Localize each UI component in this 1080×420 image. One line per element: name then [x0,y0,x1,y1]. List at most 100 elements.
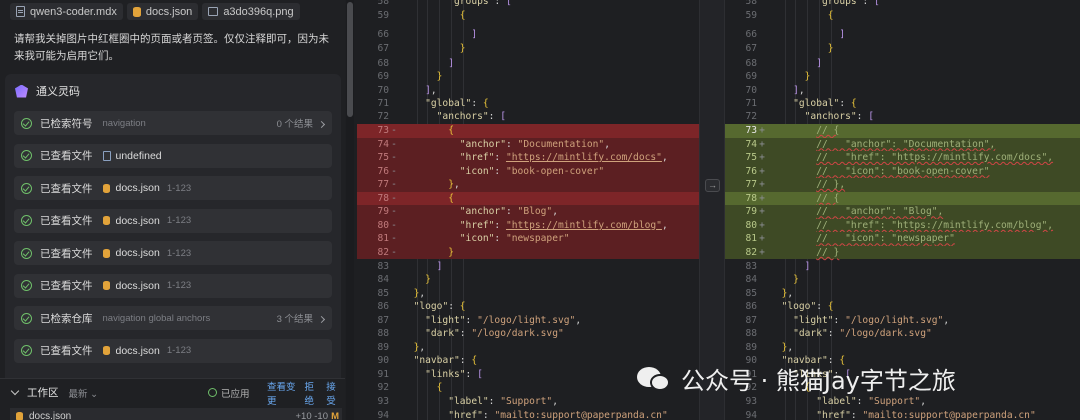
diff-marker: + [759,233,765,245]
context-chip[interactable]: a3do396q.png [202,3,300,20]
code-text: "links": [ [425,368,483,380]
code-line[interactable]: 72 "anchors": [ [725,110,1080,124]
code-text: }, [448,179,460,191]
code-line[interactable]: 73- { [357,124,699,138]
code-line[interactable]: 74 + // "anchor": "Documentation", [725,137,1080,152]
code-line[interactable]: 75 + // "href": "https://mintlify.com/doc… [725,151,1080,165]
code-line[interactable]: 73 + // { [725,124,1080,138]
tool-step[interactable]: 已查看文件 docs.json 1-123 [14,176,332,200]
code-line[interactable]: 69 } [357,70,699,84]
view-changes-button[interactable]: 查看变更 [267,379,299,407]
code-line[interactable]: 78- { [357,191,699,206]
code-line[interactable]: 83 ] [725,260,1080,274]
code-line[interactable]: 79- "anchor": "Blog", [357,205,699,219]
code-line[interactable]: 93 "label": "Support", [357,395,699,409]
code-line[interactable]: 82 + // } [725,245,1080,260]
code-line[interactable]: 74- "anchor": "Documentation", [357,137,699,152]
code-line[interactable]: 75- "href": "https://mintlify.com/docs", [357,151,699,165]
code-line[interactable]: 66 ] [357,28,699,42]
code-line[interactable]: 89 }, [725,341,1080,355]
code-line[interactable]: 80 + // "href": "https://mintlify.com/blo… [725,218,1080,233]
code-line[interactable]: 59 { [357,9,699,23]
code-line[interactable]: 68 ] [725,57,1080,71]
code-line[interactable]: 86 "logo": { [357,300,699,314]
line-number: 69 [377,71,389,82]
code-line[interactable]: 85 }, [357,287,699,301]
line-number: 70 [377,85,389,96]
line-number: 69 [745,71,757,82]
code-line[interactable]: 67 } [357,42,699,56]
code-line[interactable]: 85 }, [725,287,1080,301]
code-line[interactable]: 70 ], [357,84,699,98]
code-line[interactable]: 67 } [725,42,1080,56]
code-text: ] [471,29,478,40]
code-line[interactable]: 58 "groups": [ [357,0,699,9]
code-line[interactable]: 88 "dark": "/logo/dark.svg" [357,327,699,341]
tool-step[interactable]: 已检索仓库 navigation global anchors 3 个结果 [14,306,332,330]
tool-step[interactable]: 已查看文件 docs.json 1-123 [14,273,332,298]
accept-button[interactable]: 接受 [326,379,342,407]
code-line[interactable]: 89 }, [357,341,699,355]
code-line[interactable]: 79 + // "anchor": "Blog", [725,205,1080,219]
scrollbar-thumb[interactable] [347,2,353,117]
code-line[interactable]: 66 ] [725,28,1080,42]
code-line[interactable]: 71 "global": { [725,97,1080,111]
code-line[interactable]: 81- "icon": "newspaper" [357,232,699,246]
diff-marker: + [759,246,765,258]
code-line[interactable]: 82- } [357,245,699,260]
tool-step[interactable]: 已查看文件 docs.json 1-123 [14,208,332,233]
step-action: 已查看文件 [40,280,93,292]
code-line[interactable]: 71 "global": { [357,97,699,111]
line-number: 78 [745,192,757,204]
code-line[interactable]: 93 "label": "Support", [725,395,1080,409]
tool-step[interactable]: 已检索符号 navigation 0 个结果 [14,111,332,135]
code-line[interactable]: 88 "dark": "/logo/dark.svg" [725,327,1080,341]
code-line[interactable]: 87 "light": "/logo/light.svg", [725,314,1080,328]
code-line[interactable]: 70 ], [725,84,1080,98]
line-number: 88 [377,328,389,340]
code-line[interactable]: 83 ] [357,260,699,274]
code-text: "icon": "newspaper" [459,233,570,245]
code-line[interactable]: 86 "logo": { [725,300,1080,314]
line-number: 79 [377,206,389,218]
tool-step[interactable]: 已查看文件 docs.json 1-123 [14,241,332,265]
code-line[interactable]: 94 "href": "mailto:support@paperpanda.cn… [725,409,1080,420]
diff-marker: + [759,192,765,204]
tool-step[interactable]: 已查看文件 docs.json 1-123 [14,338,332,363]
code-line[interactable]: 77 + // }, [725,178,1080,192]
code-line[interactable]: 76- "icon": "book-open-cover" [357,164,699,179]
workspace-filter[interactable]: 最新 ⌄ [69,386,99,400]
step-range: 1-123 [166,345,192,356]
revert-arrow-icon[interactable]: → [705,179,720,192]
code-line[interactable]: 81 + // "icon": "newspaper" [725,232,1080,246]
code-line[interactable]: 80- "href": "https://mintlify.com/blog", [357,218,699,233]
code-text: } [793,274,799,286]
line-number: 67 [377,43,389,54]
chip-label: a3do396q.png [223,5,294,18]
reject-button[interactable]: 拒绝 [305,379,321,407]
code-line[interactable]: 76 + // "icon": "book-open-cover" [725,164,1080,179]
code-line[interactable]: 72 "anchors": [ [357,110,699,124]
diff-marker: - [391,152,397,164]
code-line[interactable]: 59 { [725,9,1080,23]
context-chip[interactable]: docs.json [126,3,199,20]
code-line[interactable]: 77- }, [357,178,699,192]
code-line[interactable]: 87 "light": "/logo/light.svg", [357,314,699,328]
code-line[interactable]: 94 "href": "mailto:support@paperpanda.cn… [357,409,699,420]
code-line[interactable]: 69 } [725,70,1080,84]
context-chip[interactable]: qwen3-coder.mdx [10,3,123,20]
line-number: 80 [377,219,389,231]
code-text: "label": "Support", [816,396,926,407]
workspace-file-row[interactable]: docs.json +10 -10 M [10,408,342,420]
code-line[interactable]: 68 ] [357,57,699,71]
line-number: 88 [745,328,757,340]
tool-step[interactable]: 已查看文件 undefined [14,143,332,168]
chevron-down-icon[interactable] [10,386,20,396]
code-line[interactable]: 84 } [725,273,1080,287]
code-text: "href": "https://mintlify.com/blog", [459,219,668,231]
code-line[interactable]: 84 } [357,273,699,287]
code-line[interactable]: 78 + // { [725,191,1080,206]
chat-scrollbar[interactable] [346,0,354,420]
code-line[interactable]: 58 "groups": [ [725,0,1080,9]
line-number: 90 [377,355,389,367]
